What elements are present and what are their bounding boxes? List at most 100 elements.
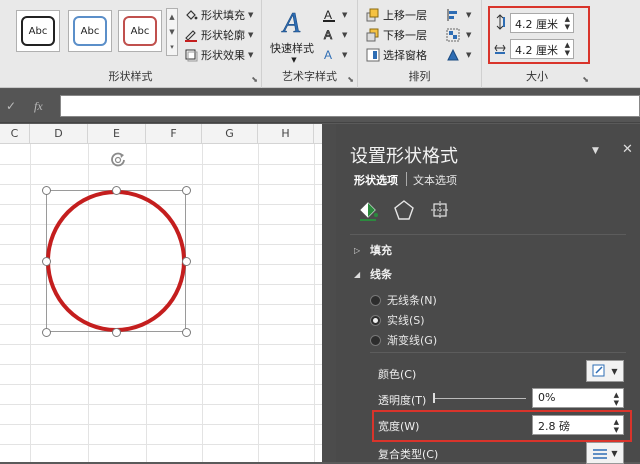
- grid-line: [258, 144, 259, 462]
- dialog-launcher-icon[interactable]: ⬊: [582, 75, 589, 84]
- svg-text:A: A: [324, 28, 332, 42]
- scroll-up-icon[interactable]: ▲: [169, 13, 174, 21]
- checkmark-icon[interactable]: ✓: [6, 99, 16, 113]
- chevron-down-icon: ▼: [611, 366, 618, 376]
- radio-solid-line[interactable]: 实线(S): [370, 312, 425, 328]
- spinner-icon[interactable]: ▲ ▼: [614, 391, 619, 407]
- line-width-input[interactable]: 2.8 磅 ▲ ▼: [532, 415, 624, 435]
- paint-bucket-icon: [184, 8, 198, 22]
- swatch-preview: Abc: [73, 16, 107, 46]
- column-header-c[interactable]: C: [0, 124, 30, 144]
- rotate-button[interactable]: ▼: [446, 46, 471, 64]
- shape-style-swatch-3[interactable]: Abc: [118, 10, 162, 52]
- align-icon: [446, 8, 460, 22]
- section-line[interactable]: ◢ 线条: [354, 266, 392, 282]
- shape-styles-group: Abc Abc Abc ▲ ▼ ▾ 形状填充 ▼ 形状轮廓 ▼ 形状效果 ▼ 形…: [0, 0, 262, 88]
- vertical-scrollbar[interactable]: [322, 124, 336, 462]
- selection-pane-button[interactable]: 选择窗格: [366, 46, 427, 64]
- height-icon: [494, 13, 506, 33]
- column-header-f[interactable]: F: [146, 124, 202, 144]
- style-gallery-scroll[interactable]: ▲ ▼ ▾: [166, 8, 178, 56]
- shape-style-swatch-1[interactable]: Abc: [16, 10, 60, 52]
- spinner-icon[interactable]: ▲ ▼: [565, 41, 570, 57]
- align-button[interactable]: ▼: [446, 6, 471, 24]
- red-circle-shape[interactable]: [46, 190, 186, 332]
- shape-outline-button[interactable]: 形状轮廓 ▼: [184, 26, 253, 44]
- text-outline-icon: A: [322, 28, 336, 42]
- resize-handle-bottom-left[interactable]: [42, 328, 51, 337]
- transparency-value: 0%: [538, 391, 556, 404]
- section-fill-label: 填充: [370, 244, 392, 257]
- quick-styles-label: 快速样式: [270, 42, 314, 55]
- text-effects-button[interactable]: A ▼: [322, 46, 347, 64]
- column-header-g[interactable]: G: [202, 124, 258, 144]
- resize-handle-top[interactable]: [112, 186, 121, 195]
- close-icon[interactable]: ✕: [622, 142, 633, 157]
- column-header-d[interactable]: D: [30, 124, 88, 144]
- pane-options-icon[interactable]: ▼: [592, 146, 599, 156]
- shape-width-input[interactable]: 4.2 厘米 ▲ ▼: [510, 39, 574, 59]
- group-objects-icon: [446, 28, 460, 42]
- column-header-e[interactable]: E: [88, 124, 146, 144]
- swatch-text: Abc: [130, 25, 150, 37]
- resize-handle-top-right[interactable]: [182, 186, 191, 195]
- tab-text-options[interactable]: 文本选项: [413, 172, 463, 190]
- shape-effects-button[interactable]: 形状效果 ▼: [184, 46, 253, 64]
- column-header-h[interactable]: H: [258, 124, 314, 144]
- bring-forward-icon: [366, 8, 380, 22]
- fill-line-icon[interactable]: [352, 196, 384, 224]
- transparency-slider-track[interactable]: [434, 398, 526, 399]
- quick-styles-button[interactable]: A 快速样式 ▼: [270, 6, 316, 64]
- dialog-launcher-icon[interactable]: ⬊: [347, 75, 354, 84]
- radio-button[interactable]: [370, 294, 381, 306]
- resize-handle-left[interactable]: [42, 257, 51, 266]
- tab-shape-options[interactable]: 形状选项: [354, 172, 404, 190]
- effects-pentagon-icon[interactable]: [388, 196, 420, 224]
- compound-type-picker[interactable]: ▼: [586, 442, 624, 464]
- svg-text:A: A: [324, 8, 332, 22]
- chevron-down-icon: ▼: [248, 31, 254, 39]
- radio-gradient-line-label: 渐变线(G): [387, 334, 438, 347]
- resize-handle-bottom[interactable]: [112, 328, 121, 337]
- width-icon: [494, 40, 506, 59]
- resize-handle-top-left[interactable]: [42, 186, 51, 195]
- group-objects-button[interactable]: ▼: [446, 26, 471, 44]
- scroll-down-icon[interactable]: ▼: [169, 28, 174, 36]
- rotate-handle-icon[interactable]: [108, 150, 128, 170]
- grid-line: [30, 144, 31, 462]
- grid-line: [0, 424, 322, 425]
- transparency-slider-thumb[interactable]: [433, 393, 435, 403]
- section-fill[interactable]: ▷ 填充: [354, 242, 392, 258]
- formula-input[interactable]: [60, 95, 640, 117]
- expand-arrow-icon: ▷: [354, 245, 361, 255]
- shape-fill-button[interactable]: 形状填充 ▼: [184, 6, 253, 24]
- spinner-icon[interactable]: ▲ ▼: [565, 15, 570, 31]
- radio-no-line[interactable]: 无线条(N): [370, 292, 437, 308]
- line-color-picker[interactable]: ▼: [586, 360, 624, 382]
- text-outline-button[interactable]: A ▼: [322, 26, 348, 44]
- width-label: 宽度(W): [378, 420, 420, 433]
- color-label: 颜色(C): [378, 368, 417, 381]
- size-properties-icon[interactable]: [424, 196, 456, 224]
- bring-forward-button[interactable]: 上移一层: [366, 6, 427, 24]
- send-backward-button[interactable]: 下移一层: [366, 26, 427, 44]
- text-fill-button[interactable]: A ▼: [322, 6, 347, 24]
- gallery-expand-icon[interactable]: ▾: [170, 43, 174, 51]
- resize-handle-right[interactable]: [182, 257, 191, 266]
- worksheet[interactable]: C D E F G H: [0, 124, 322, 462]
- radio-button[interactable]: [370, 314, 381, 326]
- chevron-down-icon: ▼: [466, 51, 472, 59]
- shape-style-swatch-2[interactable]: Abc: [68, 10, 112, 52]
- dialog-launcher-icon[interactable]: ⬊: [251, 75, 258, 84]
- swatch-text: Abc: [28, 25, 48, 37]
- wordart-group: A 快速样式 ▼ A ▼ A ▼ A ▼ 艺术字样式 ⬊: [262, 0, 358, 88]
- transparency-input[interactable]: 0% ▲ ▼: [532, 388, 624, 408]
- radio-button[interactable]: [370, 334, 381, 346]
- insert-function-button[interactable]: fx: [34, 99, 43, 114]
- spinner-icon[interactable]: ▲ ▼: [614, 418, 619, 434]
- radio-gradient-line[interactable]: 渐变线(G): [370, 332, 437, 348]
- swatch-text: Abc: [80, 25, 100, 37]
- arrange-group-label: 排列: [408, 70, 431, 83]
- shape-height-input[interactable]: 4.2 厘米 ▲ ▼: [510, 13, 574, 33]
- resize-handle-bottom-right[interactable]: [182, 328, 191, 337]
